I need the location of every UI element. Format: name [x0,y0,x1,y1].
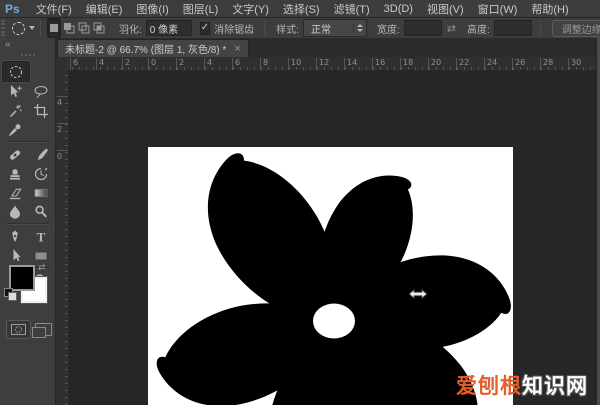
menu-item-4[interactable]: 图层(L) [176,0,225,17]
watermark-orange-text: 爱刨根 [456,375,522,398]
screen-mode-button[interactable] [32,323,52,338]
tool-group-divider [6,141,50,143]
menu-item-11[interactable]: 帮助(H) [524,0,575,17]
document-tab-title: 未标题-2 @ 66.7% (图层 1, 灰色/8) * [65,45,227,56]
subtract-selection-icon [78,22,90,33]
elliptical-marquee-icon [12,21,25,35]
width-input[interactable] [403,20,442,36]
refine-edge-button[interactable]: 调整边缘 … [551,19,600,37]
style-spinner-icon [352,24,363,32]
quick-mask-icon [11,324,26,335]
photoshop-logo: Ps [5,1,20,16]
style-label: 样式: [276,24,299,36]
flower-artwork [156,153,511,405]
panel-bottom-buttons [0,320,55,350]
menu-item-5[interactable]: 文字(Y) [225,0,276,17]
style-dropdown[interactable]: 正常 [302,19,367,37]
menu-item-3[interactable]: 图像(I) [129,0,175,17]
watermark: 爱刨根知识网 [456,370,588,400]
tool-grid: T [2,61,54,290]
height-input[interactable] [493,20,532,36]
style-value: 正常 [310,24,331,36]
swap-dimensions-icon[interactable]: ⇄ [447,22,456,35]
menu-item-7[interactable]: 滤镜(T) [327,0,377,17]
intersect-selection-icon [93,22,105,33]
antialias-label: 消除锯齿 [214,24,255,36]
tool-spot-healing-brush[interactable] [2,145,28,164]
menu-item-2[interactable]: 编辑(E) [79,0,130,17]
canvas[interactable] [148,147,513,405]
feather-input[interactable] [145,20,192,36]
tool-crop[interactable] [28,101,54,120]
width-label: 宽度: [376,24,400,36]
tool-elliptical-marquee[interactable] [2,61,30,82]
horizontal-ruler[interactable]: 6 4 2 0 2 4 6 8 10 12 14 16 18 20 22 24 26 28 30 [68,57,596,71]
watermark-white-text: 知识网 [522,375,588,398]
tool-eyedropper[interactable] [2,120,28,139]
document-pasteboard[interactable]: 爱刨根知识网 [68,70,596,405]
tool-preset-picker[interactable] [12,21,35,35]
horizontal-resize-cursor-icon [408,287,428,305]
tools-panel: « T ⇄ [0,38,56,405]
add-selection-icon [64,22,75,33]
tool-magic-wand[interactable] [2,101,28,120]
panel-dock-edge [596,38,600,405]
divider [264,20,266,36]
color-swatches: ⇄ [0,262,55,318]
swap-colors-icon[interactable]: ⇄ [38,262,46,273]
close-tab-icon[interactable]: × [234,43,240,55]
antialias-checkbox[interactable]: ✓ [199,21,211,35]
tool-blur[interactable] [2,202,28,221]
menu-item-1[interactable]: 文件(F) [29,0,79,17]
feather-label: 羽化: [119,24,142,36]
default-colors-icon[interactable] [4,288,17,301]
chevron-down-icon [29,26,35,30]
menu-bar: Ps 文件(F) 编辑(E) 图像(I) 图层(L) 文字(Y) 选择(S) 滤镜(T) 3D… [0,0,600,18]
tool-brush[interactable] [28,145,54,164]
new-selection-icon [50,24,58,32]
divider [539,20,541,36]
tool-clone-stamp[interactable] [2,164,28,183]
tool-group-divider [6,223,50,225]
menu-item-9[interactable]: 视图(V) [420,0,471,17]
document-tab[interactable]: 未标题-2 @ 66.7% (图层 1, 灰色/8) * × [57,39,249,58]
tool-lasso[interactable] [28,82,54,101]
tool-dodge[interactable] [28,202,54,221]
menu-item-8[interactable]: 3D(D) [377,0,420,17]
add-to-selection-button[interactable] [63,19,76,37]
tool-pen[interactable] [2,227,28,246]
subtract-from-selection-button[interactable] [78,19,91,37]
tool-gradient[interactable] [28,183,54,202]
divider [40,20,41,36]
menu-item-10[interactable]: 窗口(W) [471,0,525,17]
tool-eraser[interactable] [2,183,28,202]
tool-options-bar: 羽化: ✓ 消除锯齿 样式: 正常 宽度: ⇄ 高度: 调整边缘 … [0,18,600,39]
height-label: 高度: [466,24,490,36]
tool-type[interactable]: T [28,227,54,246]
tool-history-brush[interactable] [28,164,54,183]
collapse-panel-button[interactable]: « [0,38,55,52]
intersect-selection-button[interactable] [93,19,106,37]
tool-move[interactable] [2,82,28,101]
menu-items: 文件(F) 编辑(E) 图像(I) 图层(L) 文字(Y) 选择(S) 滤镜(T) 3D(D)… [29,0,576,17]
document-tab-bar: 未标题-2 @ 66.7% (图层 1, 灰色/8) * × [56,38,596,58]
panel-grip-icon [20,54,35,58]
svg-text:T: T [37,229,46,244]
menu-item-6[interactable]: 选择(S) [276,0,327,17]
quick-mask-button[interactable] [6,320,31,339]
new-selection-button[interactable] [47,18,61,38]
options-grip-icon [1,20,5,36]
